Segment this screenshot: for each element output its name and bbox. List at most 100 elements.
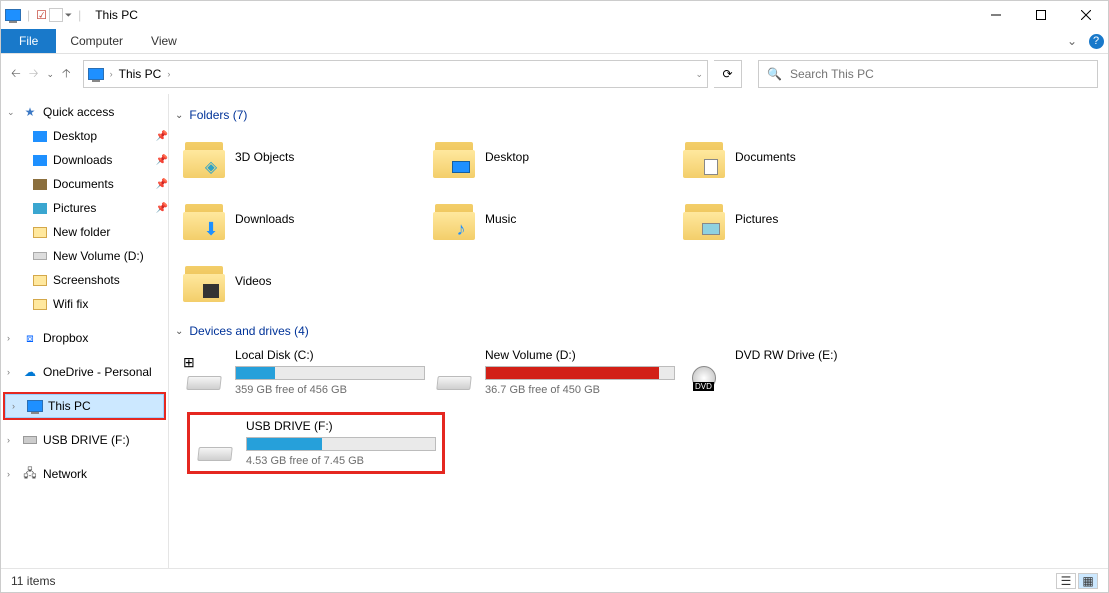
sidebar-item-documents[interactable]: Documents 📌 (1, 172, 168, 196)
sidebar-item-new-folder[interactable]: New folder (1, 220, 168, 244)
ribbon: File Computer View ⌄ ? (1, 29, 1108, 54)
folder-item-documents[interactable]: Documents (683, 132, 933, 182)
qat-dropdown-icon[interactable]: ⏷ (65, 10, 72, 21)
pictures-icon (31, 199, 49, 217)
tree-dropbox[interactable]: › ⧈ Dropbox (1, 326, 168, 350)
chevron-down-icon[interactable]: ⌄ (175, 326, 183, 337)
chevron-right-icon[interactable]: › (110, 69, 113, 79)
chevron-down-icon[interactable]: ⌄ (175, 110, 183, 121)
chevron-right-icon[interactable]: › (12, 401, 22, 411)
sidebar-item-pictures[interactable]: Pictures📌 (1, 196, 168, 220)
address-dropdown-icon[interactable]: ⌄ (695, 69, 703, 80)
drive-free-text: 36.7 GB free of 450 GB (485, 384, 683, 396)
drive-label: DVD RW Drive (E:) (735, 348, 933, 362)
tree-item-label: Downloads (53, 153, 152, 167)
chevron-down-icon[interactable]: ⌄ (7, 107, 17, 118)
drive-free-text: 4.53 GB free of 7.45 GB (246, 455, 444, 467)
tree-usb-drive[interactable]: › USB DRIVE (F:) (1, 428, 168, 452)
up-button[interactable]: 🡡 (62, 64, 71, 85)
downloads-icon (31, 151, 49, 169)
tree-item-label: Wifi fix (53, 297, 168, 311)
chevron-right-icon[interactable]: › (7, 469, 17, 479)
drive-label: USB DRIVE (F:) (246, 419, 444, 433)
drive-item-usb-drive-f-[interactable]: USB DRIVE (F:) 4.53 GB free of 7.45 GB (194, 419, 444, 467)
folder-label: Pictures (735, 212, 778, 226)
tree-network[interactable]: › 🖧 Network (1, 462, 168, 486)
address-bar[interactable]: › This PC › ⌄ (83, 60, 708, 88)
folder-icon: ◈ (183, 136, 225, 178)
section-header-drives[interactable]: ⌄ Devices and drives (4) (175, 324, 1094, 338)
chevron-right-icon[interactable]: › (167, 69, 170, 79)
tree-item-label: Desktop (53, 129, 152, 143)
folder-icon (31, 223, 49, 241)
chevron-right-icon[interactable]: › (7, 333, 17, 343)
folder-item-3d-objects[interactable]: ◈3D Objects (183, 132, 433, 182)
section-header-folders[interactable]: ⌄ Folders (7) (175, 108, 1094, 122)
new-folder-icon[interactable] (49, 8, 63, 22)
window-controls (973, 1, 1108, 29)
tree-item-label: Pictures (53, 201, 152, 215)
drive-icon: ⊞ (183, 348, 225, 390)
qat-divider: | (78, 8, 81, 22)
folder-item-music[interactable]: ♪Music (433, 194, 683, 244)
pin-icon: 📌 (156, 131, 168, 142)
documents-icon (31, 175, 49, 193)
minimize-button[interactable] (973, 1, 1018, 29)
search-icon: 🔍 (767, 67, 782, 81)
properties-icon[interactable]: ☑ (36, 8, 47, 22)
drive-usage-bar (485, 366, 675, 380)
file-tab[interactable]: File (1, 29, 56, 53)
titlebar: | ☑ ⏷ | This PC (1, 1, 1108, 29)
tree-quick-access[interactable]: ⌄ ★ Quick access (1, 100, 168, 124)
navigation-pane: ⌄ ★ Quick access Desktop📌Downloads📌Docum… (1, 94, 169, 568)
sidebar-item-desktop[interactable]: Desktop 📌 (1, 124, 168, 148)
folder-label: Desktop (485, 150, 529, 164)
folder-item-desktop[interactable]: Desktop (433, 132, 683, 182)
details-view-button[interactable]: ☰ (1056, 573, 1076, 589)
ribbon-expand-icon[interactable]: ⌄ (1060, 29, 1084, 53)
folder-item-pictures[interactable]: Pictures (683, 194, 933, 244)
drive-icon (31, 247, 49, 265)
forward-button[interactable]: 🡢 (29, 64, 39, 85)
tree-this-pc[interactable]: › This PC (5, 394, 164, 418)
drive-label: New Volume (D:) (485, 348, 683, 362)
app-icon (5, 9, 21, 21)
tree-onedrive[interactable]: › ☁ OneDrive - Personal (1, 360, 168, 384)
folder-label: Music (485, 212, 516, 226)
sidebar-item-screenshots[interactable]: Screenshots (1, 268, 168, 292)
back-button[interactable]: 🡠 (11, 64, 21, 85)
drive-usage-bar (246, 437, 436, 451)
pin-icon: 📌 (156, 179, 168, 190)
recent-dropdown-icon[interactable]: ⌄ (46, 69, 54, 80)
sidebar-item-new-volume-d-[interactable]: New Volume (D:) (1, 244, 168, 268)
chevron-right-icon[interactable]: › (7, 367, 17, 377)
search-box[interactable]: 🔍 (758, 60, 1098, 88)
tree-item-label: Documents (53, 177, 152, 191)
network-icon: 🖧 (21, 465, 39, 483)
breadcrumb-item[interactable]: This PC (119, 67, 162, 81)
sidebar-item-wifi-fix[interactable]: Wifi fix (1, 292, 168, 316)
tab-view[interactable]: View (137, 29, 191, 53)
desktop-icon (31, 127, 49, 145)
folder-item-downloads[interactable]: ⬇Downloads (183, 194, 433, 244)
folder-item-videos[interactable]: Videos (183, 256, 433, 306)
content-pane: ⌄ Folders (7) ◈3D Objects Desktop Document… (169, 94, 1108, 568)
chevron-right-icon[interactable]: › (7, 435, 17, 445)
search-input[interactable] (790, 67, 1089, 81)
drive-label: Local Disk (C:) (235, 348, 433, 362)
maximize-button[interactable] (1018, 1, 1063, 29)
close-button[interactable] (1063, 1, 1108, 29)
onedrive-icon: ☁ (21, 363, 39, 381)
icons-view-button[interactable]: ▦ (1078, 573, 1098, 589)
navigation-bar: 🡠 🡢 ⌄ 🡡 › This PC › ⌄ ⟳ 🔍 (1, 54, 1108, 94)
folder-icon: ⬇ (183, 198, 225, 240)
drive-item-new-volume-d-[interactable]: New Volume (D:) 36.7 GB free of 450 GB (433, 348, 683, 396)
refresh-button[interactable]: ⟳ (714, 60, 742, 88)
dropbox-icon: ⧈ (21, 329, 39, 347)
drive-item-local-disk-c-[interactable]: ⊞Local Disk (C:)359 GB free of 456 GB (183, 348, 433, 396)
sidebar-item-downloads[interactable]: Downloads📌 (1, 148, 168, 172)
drive-item-dvd-rw-drive-e-[interactable]: DVDDVD RW Drive (E:) (683, 348, 933, 396)
help-icon[interactable]: ? (1084, 29, 1108, 53)
folder-icon (183, 260, 225, 302)
tab-computer[interactable]: Computer (56, 29, 137, 53)
